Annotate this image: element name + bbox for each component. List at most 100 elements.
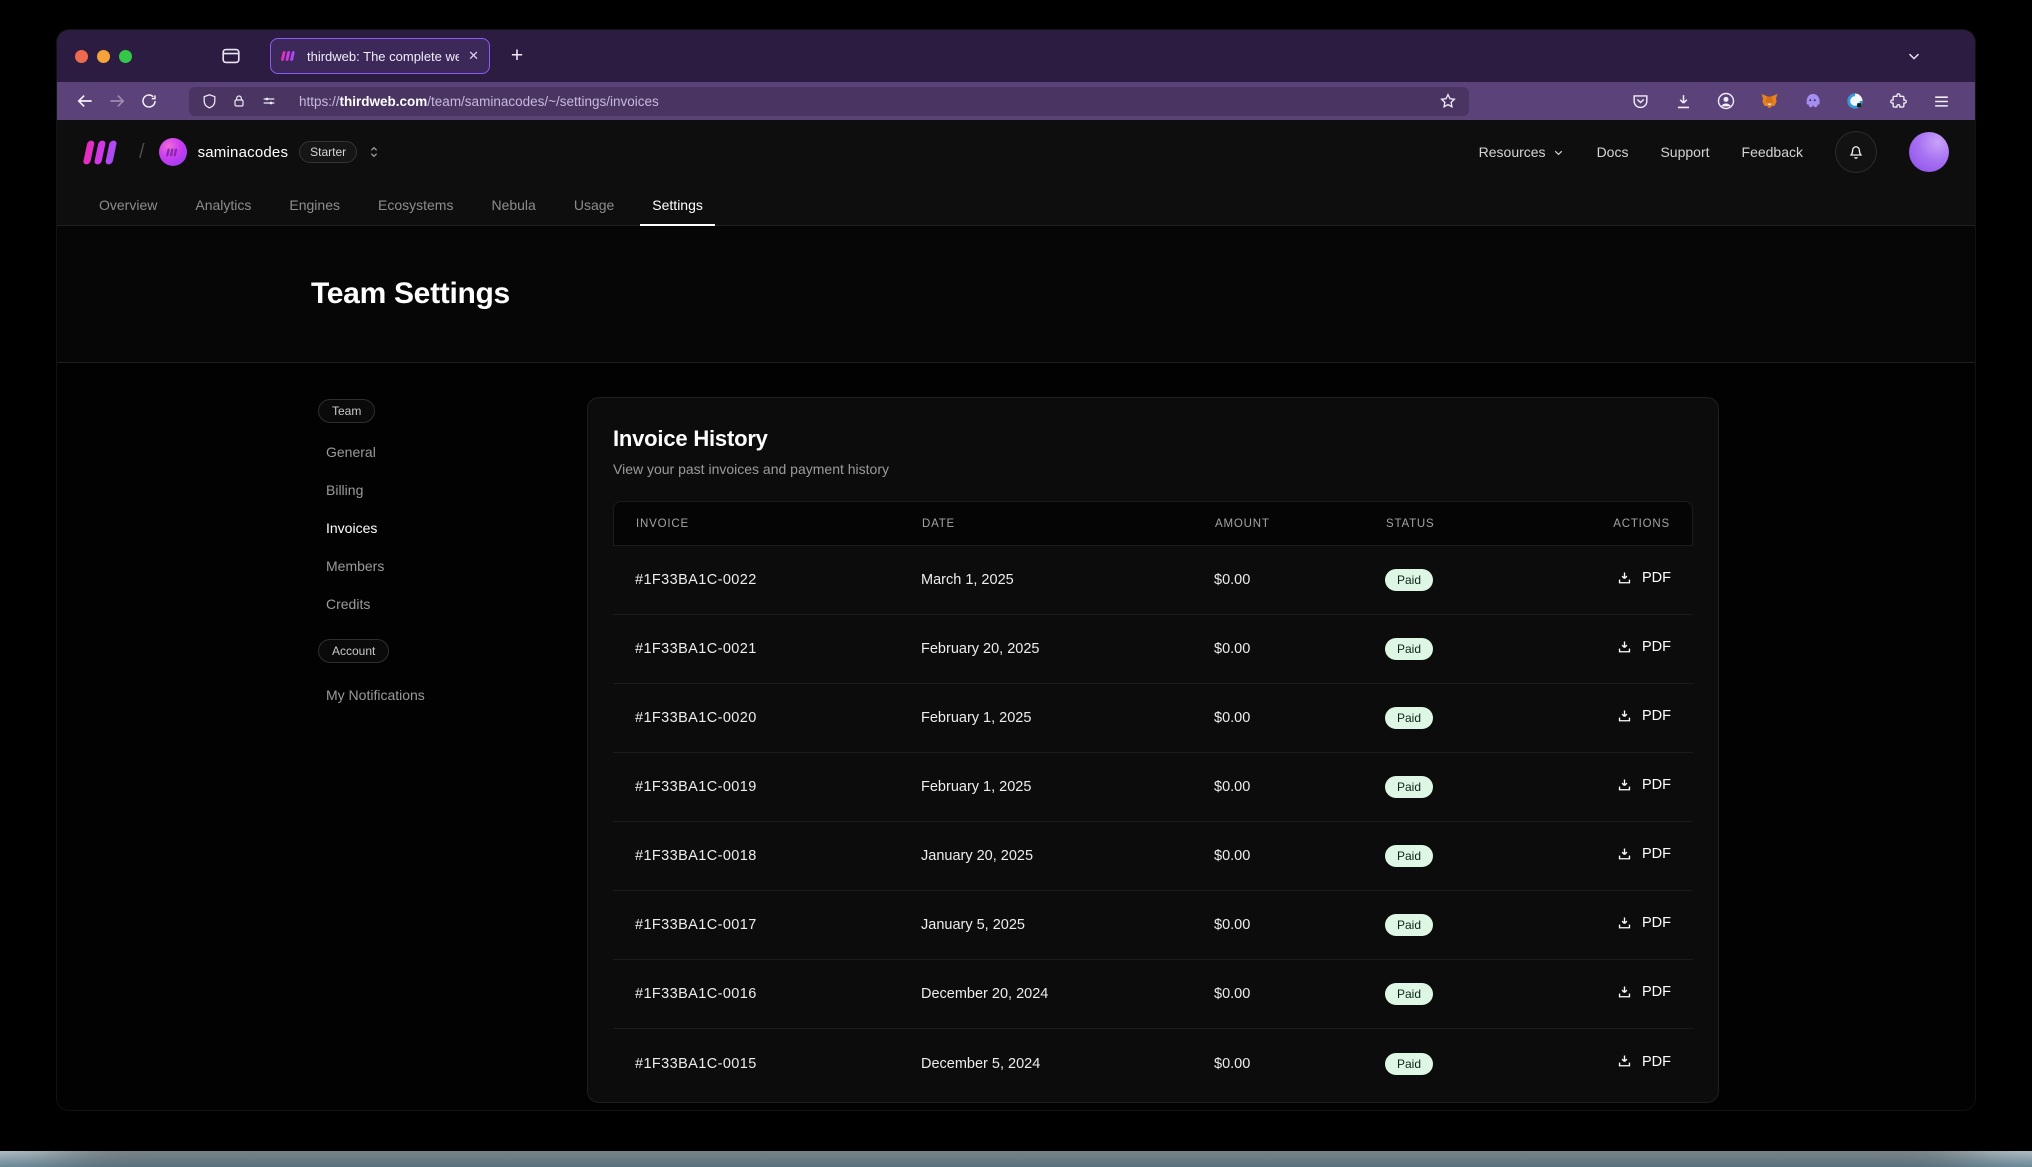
invoice-id: #1F33BA1C-0015: [613, 1056, 921, 1072]
invoice-date: February 20, 2025: [921, 641, 1214, 657]
account-button[interactable]: [1712, 87, 1740, 115]
invoice-id: #1F33BA1C-0021: [613, 641, 921, 657]
download-tray-icon: [1616, 984, 1633, 1001]
download-pdf-button[interactable]: PDF: [1616, 708, 1671, 725]
app-menu-button[interactable]: [1927, 87, 1955, 115]
notifications-button[interactable]: [1835, 131, 1877, 173]
tab-overview[interactable]: Overview: [99, 184, 157, 225]
minimize-window-button[interactable]: [97, 50, 110, 63]
feedback-link[interactable]: Feedback: [1742, 144, 1803, 160]
back-button[interactable]: [69, 86, 101, 116]
phantom-ghost-icon: [1802, 91, 1823, 111]
sidebar-item-credits[interactable]: Credits: [326, 596, 558, 612]
download-pdf-button[interactable]: PDF: [1616, 777, 1671, 794]
sidebar-item-billing[interactable]: Billing: [326, 482, 558, 498]
sidebar-item-members[interactable]: Members: [326, 558, 558, 574]
team-name[interactable]: saminacodes: [198, 144, 289, 161]
download-pdf-button[interactable]: PDF: [1616, 915, 1671, 932]
download-tray-icon: [1616, 915, 1633, 932]
extensions-button[interactable]: [1884, 87, 1912, 115]
download-pdf-button[interactable]: PDF: [1616, 1053, 1671, 1070]
tab-usage[interactable]: Usage: [574, 184, 614, 225]
download-tray-icon: [1616, 639, 1633, 656]
resources-menu[interactable]: Resources: [1479, 144, 1565, 160]
table-row: #1F33BA1C-0019 February 1, 2025 $0.00 Pa…: [613, 753, 1693, 822]
download-pdf-button[interactable]: PDF: [1616, 570, 1671, 587]
lock-icon[interactable]: [231, 93, 247, 109]
status-badge: Paid: [1385, 776, 1433, 798]
forward-button[interactable]: [101, 86, 133, 116]
pdf-label: PDF: [1642, 846, 1671, 862]
star-icon: [1439, 92, 1457, 110]
sidebar-item-invoices[interactable]: Invoices: [326, 520, 558, 536]
browser-tab-thirdweb[interactable]: thirdweb: The complete web3 d ✕: [270, 38, 490, 74]
invoice-amount: $0.00: [1214, 917, 1385, 933]
downloads-button[interactable]: [1669, 87, 1697, 115]
table-row: #1F33BA1C-0022 March 1, 2025 $0.00 Paid …: [613, 546, 1693, 615]
desktop-wallpaper-strip: [0, 1151, 2032, 1167]
user-avatar[interactable]: [1909, 132, 1949, 172]
tab-settings[interactable]: Settings: [652, 184, 703, 225]
bookmark-star-button[interactable]: [1439, 92, 1457, 110]
sidebar-section-account-badge: Account: [318, 639, 389, 663]
team-switcher-button[interactable]: [366, 144, 382, 160]
page-title-band: Team Settings: [57, 226, 1975, 363]
pdf-label: PDF: [1642, 639, 1671, 655]
browser-toolbar: https://thirdweb.com/team/saminacodes/~/…: [57, 82, 1975, 120]
tab-analytics[interactable]: Analytics: [195, 184, 251, 225]
sidebar-toggle-button[interactable]: [214, 39, 248, 73]
metamask-extension-button[interactable]: [1755, 87, 1783, 115]
tab-engines[interactable]: Engines: [289, 184, 340, 225]
docs-link[interactable]: Docs: [1597, 144, 1629, 160]
download-tray-icon: [1616, 846, 1633, 863]
tab-nebula[interactable]: Nebula: [491, 184, 535, 225]
toolbar-extension-icons: [1626, 87, 1963, 115]
column-date: DATE: [922, 518, 1215, 530]
invoice-amount: $0.00: [1214, 710, 1385, 726]
new-tab-button[interactable]: +: [500, 39, 534, 73]
invoice-amount: $0.00: [1214, 1056, 1385, 1072]
browser-window: thirdweb: The complete web3 d ✕ +: [57, 30, 1975, 1110]
invoice-id: #1F33BA1C-0016: [613, 986, 921, 1002]
tracking-protection-shield-icon[interactable]: [201, 93, 218, 110]
column-invoice: INVOICE: [614, 518, 922, 530]
table-row: #1F33BA1C-0020 February 1, 2025 $0.00 Pa…: [613, 684, 1693, 753]
invoice-amount: $0.00: [1214, 779, 1385, 795]
pdf-label: PDF: [1642, 777, 1671, 793]
download-icon: [1674, 92, 1693, 111]
thirdweb-mini-logo: [166, 148, 180, 157]
sidebar-item-my-notifications[interactable]: My Notifications: [326, 687, 558, 703]
support-link[interactable]: Support: [1660, 144, 1709, 160]
list-all-tabs-button[interactable]: [1897, 39, 1931, 73]
download-pdf-button[interactable]: PDF: [1616, 984, 1671, 1001]
back-arrow-icon: [75, 91, 95, 111]
app-header: / saminacodes Starter Resources Docs Sup…: [57, 120, 1975, 184]
url-bar[interactable]: https://thirdweb.com/team/saminacodes/~/…: [189, 87, 1469, 116]
header-right: Resources Docs Support Feedback: [1479, 131, 1949, 173]
zoom-window-button[interactable]: [119, 50, 132, 63]
url-path: /team/saminacodes/~/settings/invoices: [427, 94, 659, 109]
invoice-date: January 5, 2025: [921, 917, 1214, 933]
download-pdf-button[interactable]: PDF: [1616, 846, 1671, 863]
sidebar-account-list: My Notifications: [326, 687, 558, 703]
pocket-button[interactable]: [1626, 87, 1654, 115]
pdf-label: PDF: [1642, 915, 1671, 931]
thirdweb-favicon: [281, 50, 298, 62]
download-pdf-button[interactable]: PDF: [1616, 639, 1671, 656]
reload-button[interactable]: [133, 86, 165, 116]
invoice-id: #1F33BA1C-0018: [613, 848, 921, 864]
url-text: https://thirdweb.com/team/saminacodes/~/…: [299, 94, 659, 109]
close-window-button[interactable]: [75, 50, 88, 63]
plan-badge: Starter: [299, 141, 357, 163]
invoice-amount: $0.00: [1214, 572, 1385, 588]
invoice-history-card: Invoice History View your past invoices …: [587, 397, 1719, 1103]
tab-ecosystems[interactable]: Ecosystems: [378, 184, 453, 225]
permissions-sliders-icon[interactable]: [260, 93, 278, 109]
phantom-extension-button[interactable]: [1798, 87, 1826, 115]
wallet-extension-button[interactable]: [1841, 87, 1869, 115]
thirdweb-app: / saminacodes Starter Resources Docs Sup…: [57, 120, 1975, 1110]
hamburger-menu-icon: [1932, 92, 1951, 111]
sidebar-item-general[interactable]: General: [326, 444, 558, 460]
account-icon: [1716, 91, 1736, 111]
tab-close-icon[interactable]: ✕: [468, 48, 479, 64]
